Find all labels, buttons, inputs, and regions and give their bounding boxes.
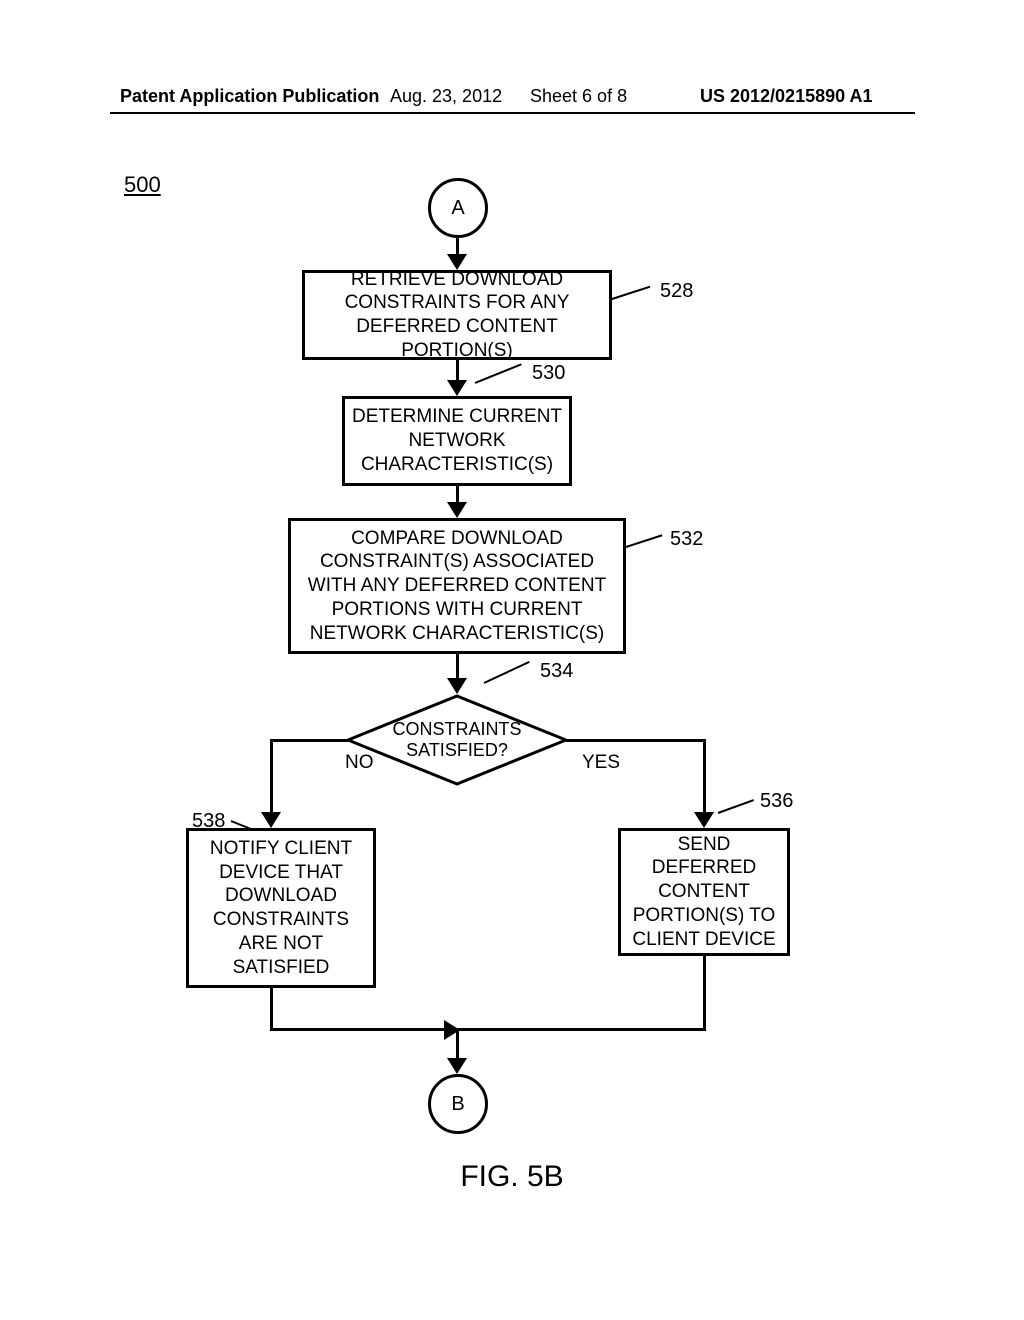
edge-yes-h1 — [566, 739, 706, 742]
edge-538-down — [270, 988, 273, 1030]
connector-a: A — [428, 178, 488, 238]
header-rule — [110, 112, 915, 114]
ref-530: 530 — [532, 362, 565, 385]
ref-534: 534 — [540, 660, 573, 683]
step-532: COMPARE DOWNLOAD CONSTRAINT(S) ASSOCIATE… — [288, 518, 626, 654]
figure-number: 500 — [124, 172, 161, 198]
edge-536-down — [703, 956, 706, 1030]
arrowhead-icon — [447, 502, 467, 518]
arrowhead-icon — [261, 812, 281, 828]
decision-534-text: CONSTRAINTS SATISFIED? — [346, 719, 568, 760]
edge-538-right — [270, 1028, 458, 1031]
arrowhead-icon — [694, 812, 714, 828]
decision-no-label: NO — [345, 752, 374, 774]
edge-528-to-530 — [456, 360, 459, 382]
leader-534 — [484, 661, 530, 684]
leader-532 — [626, 534, 663, 548]
edge-no-h1 — [270, 739, 348, 742]
step-538: NOTIFY CLIENT DEVICE THAT DOWNLOAD CONST… — [186, 828, 376, 988]
step-532-text: COMPARE DOWNLOAD CONSTRAINT(S) ASSOCIATE… — [297, 527, 617, 646]
edge-yes-v1 — [703, 739, 706, 814]
decision-yes-label: YES — [582, 752, 620, 774]
page-header: Patent Application Publication Aug. 23, … — [0, 86, 1024, 112]
connector-b-label: B — [451, 1093, 464, 1116]
ref-528: 528 — [660, 280, 693, 303]
publication-type: Patent Application Publication — [120, 86, 379, 107]
ref-536: 536 — [760, 790, 793, 813]
sheet-number: Sheet 6 of 8 — [530, 86, 627, 107]
step-536-text: SEND DEFERRED CONTENT PORTION(S) TO CLIE… — [627, 833, 781, 952]
edge-no-v1 — [270, 739, 273, 814]
step-530-text: DETERMINE CURRENT NETWORK CHARACTERISTIC… — [351, 405, 563, 476]
edge-532-to-534 — [456, 654, 459, 680]
patent-page: Patent Application Publication Aug. 23, … — [0, 0, 1024, 1320]
leader-528 — [612, 286, 651, 300]
arrowhead-icon — [447, 380, 467, 396]
leader-530 — [475, 363, 522, 384]
step-528-text: RETRIEVE DOWNLOAD CONSTRAINTS FOR ANY DE… — [311, 268, 603, 363]
step-528: RETRIEVE DOWNLOAD CONSTRAINTS FOR ANY DE… — [302, 270, 612, 360]
arrowhead-icon — [447, 1058, 467, 1074]
arrowhead-icon — [447, 678, 467, 694]
decision-534: CONSTRAINTS SATISFIED? — [346, 694, 568, 786]
edge-536-left — [456, 1028, 706, 1031]
step-536: SEND DEFERRED CONTENT PORTION(S) TO CLIE… — [618, 828, 790, 956]
step-530: DETERMINE CURRENT NETWORK CHARACTERISTIC… — [342, 396, 572, 486]
edge-merge-to-b — [456, 1028, 459, 1060]
step-538-text: NOTIFY CLIENT DEVICE THAT DOWNLOAD CONST… — [195, 837, 367, 980]
leader-536 — [718, 799, 754, 814]
publication-date: Aug. 23, 2012 — [390, 86, 502, 107]
figure-label: FIG. 5B — [0, 1160, 1024, 1194]
connector-b: B — [428, 1074, 488, 1134]
publication-number: US 2012/0215890 A1 — [700, 86, 872, 107]
connector-a-label: A — [451, 197, 464, 220]
ref-532: 532 — [670, 528, 703, 551]
